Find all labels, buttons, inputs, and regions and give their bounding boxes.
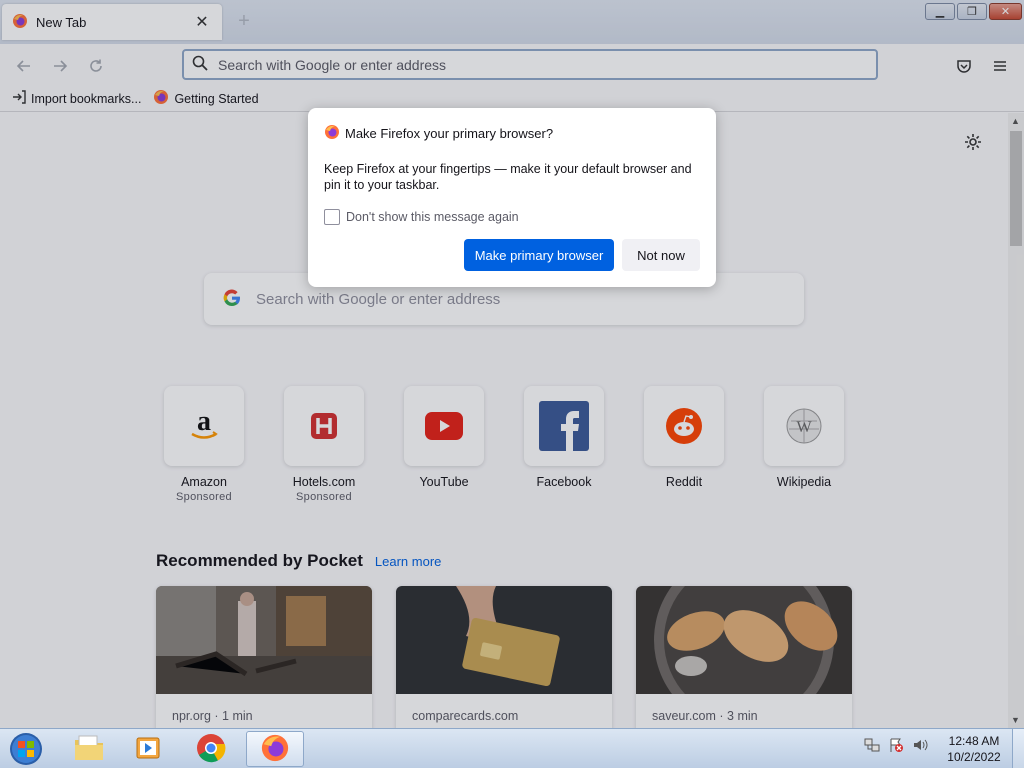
- network-icon[interactable]: [864, 737, 880, 756]
- dialog-message: Keep Firefox at your fingertips — make i…: [324, 162, 692, 192]
- taskbar-chrome[interactable]: [182, 731, 240, 767]
- start-button[interactable]: [6, 731, 46, 767]
- folder-icon: [73, 734, 105, 765]
- checkbox-label: Don't show this message again: [346, 210, 519, 224]
- clock-time: 12:48 AM: [948, 734, 1000, 748]
- clock-date: 10/2/2022: [947, 750, 1001, 764]
- not-now-button[interactable]: Not now: [622, 239, 700, 271]
- chrome-icon: [196, 733, 226, 766]
- taskbar: 12:48 AM 10/2/2022: [0, 728, 1024, 768]
- volume-icon[interactable]: [912, 737, 928, 756]
- action-center-flag-icon[interactable]: [888, 737, 904, 756]
- dialog-buttons: Make primary browser Not now: [464, 239, 700, 271]
- dialog-title: Make Firefox your primary browser?: [345, 126, 554, 141]
- taskbar-clock[interactable]: 12:48 AM 10/2/2022: [940, 733, 1008, 765]
- make-primary-browser-button[interactable]: Make primary browser: [464, 239, 614, 271]
- dialog-header: Make Firefox your primary browser?: [324, 124, 700, 143]
- firefox-icon: [324, 124, 340, 143]
- show-desktop-button[interactable]: [1012, 729, 1024, 768]
- taskbar-explorer[interactable]: [60, 731, 118, 767]
- media-player-icon: [135, 734, 163, 765]
- system-tray: [864, 737, 936, 756]
- default-browser-dialog: Make Firefox your primary browser? Keep …: [308, 108, 716, 287]
- taskbar-firefox[interactable]: [246, 731, 304, 767]
- dont-show-again-checkbox[interactable]: [324, 209, 340, 225]
- taskbar-media-player[interactable]: [120, 731, 178, 767]
- firefox-icon: [260, 733, 290, 766]
- dont-show-again-option[interactable]: Don't show this message again: [324, 209, 700, 225]
